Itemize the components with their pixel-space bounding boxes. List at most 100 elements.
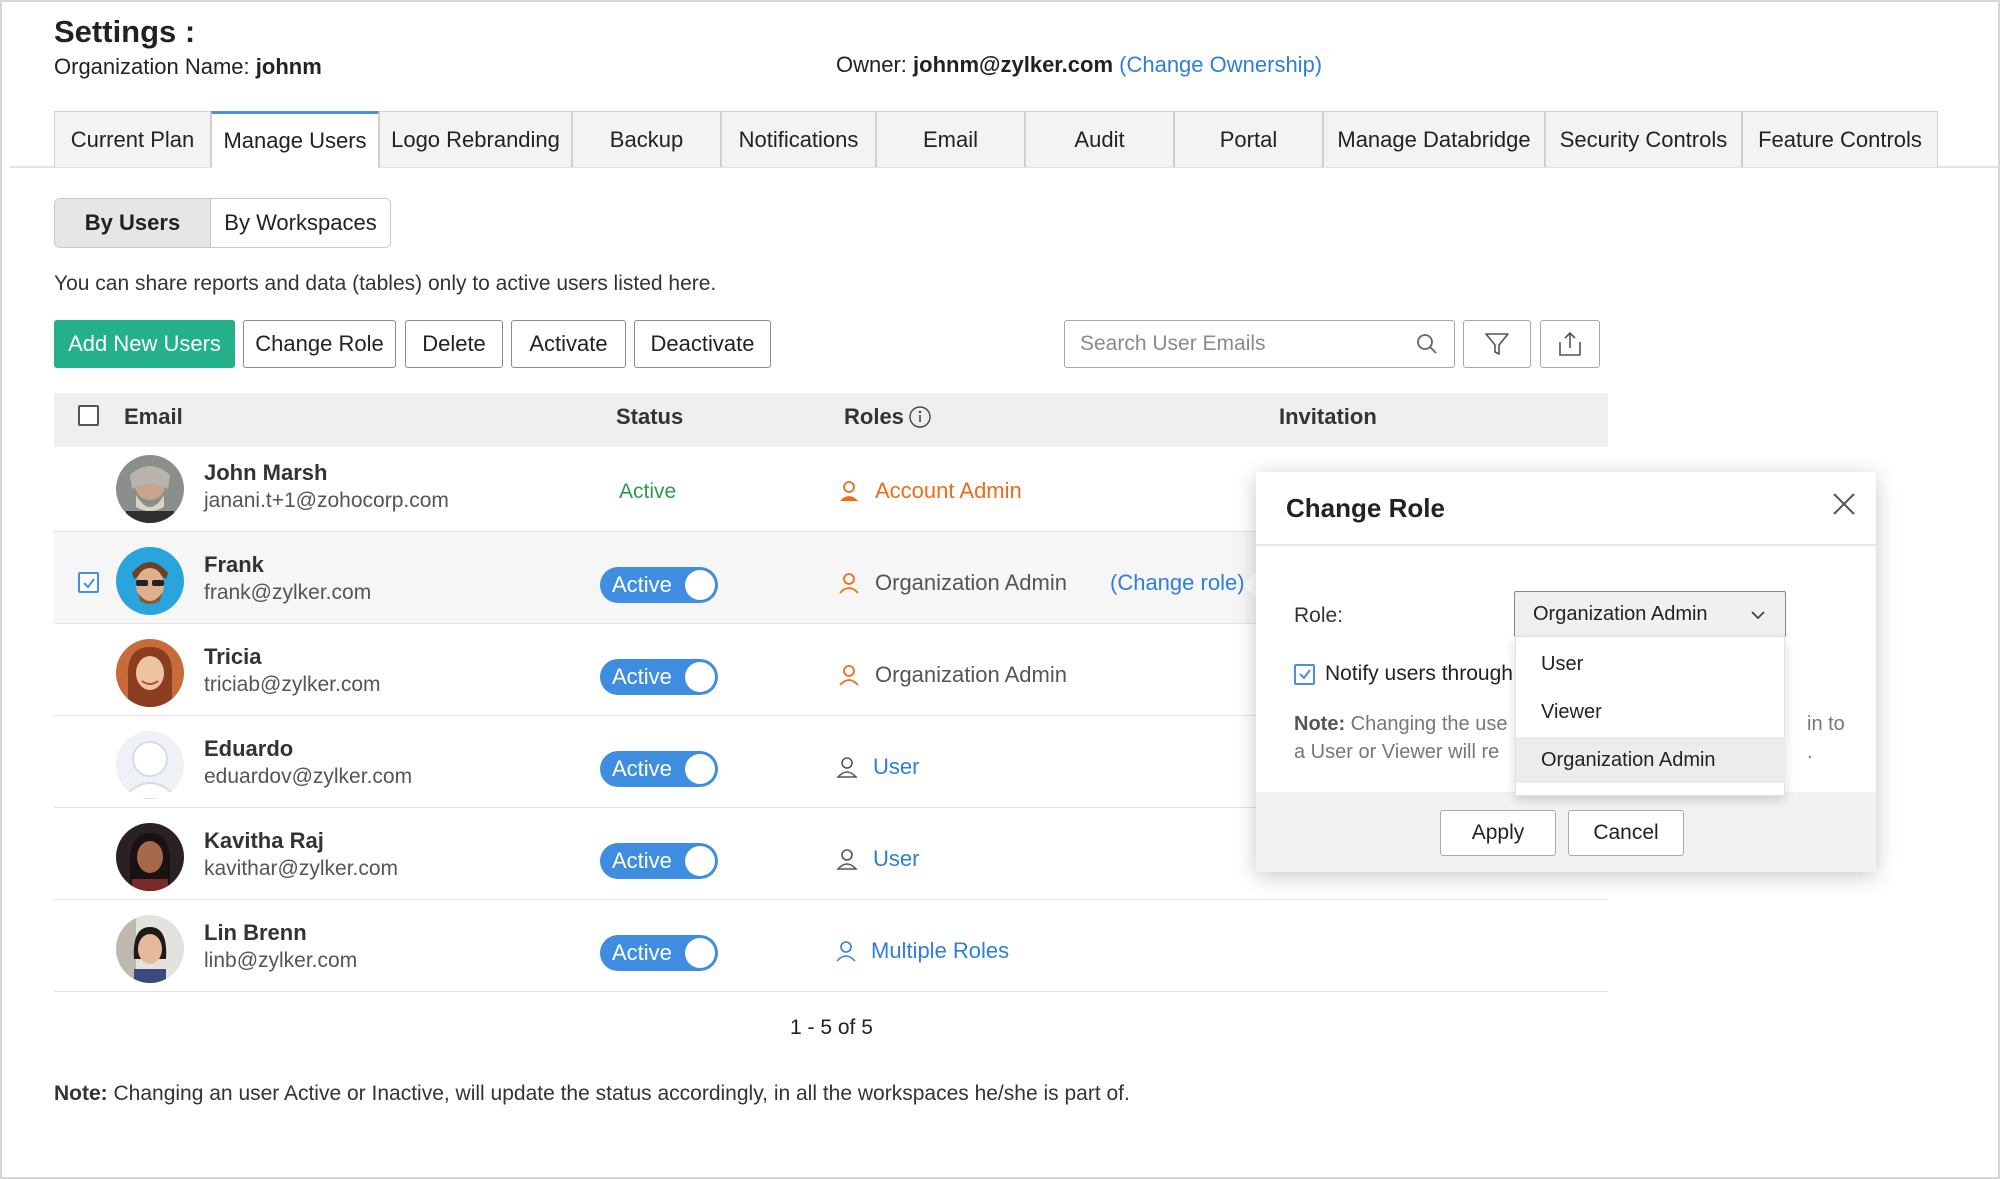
search-icon[interactable] [1416, 333, 1438, 361]
select-all-checkbox[interactable] [78, 405, 99, 426]
org-label: Organization Name: [54, 54, 250, 79]
avatar [116, 455, 184, 523]
change-role-button[interactable]: Change Role [243, 320, 396, 368]
tab-notifications[interactable]: Notifications [721, 111, 876, 167]
user-name: Kavitha Raj [204, 828, 324, 854]
tab-backup[interactable]: Backup [572, 111, 721, 167]
role-select[interactable]: Organization Admin [1514, 591, 1786, 637]
role-option-viewer[interactable]: Viewer [1516, 689, 1786, 735]
note-label: Note: [54, 1082, 108, 1105]
admin-user-icon [837, 479, 861, 503]
tab-feature-controls[interactable]: Feature Controls [1742, 111, 1938, 167]
tab-audit[interactable]: Audit [1025, 111, 1174, 167]
status-toggle[interactable]: Active [600, 659, 718, 695]
tab-email[interactable]: Email [876, 111, 1025, 167]
check-icon [82, 576, 96, 590]
org-name-value: johnm [256, 54, 322, 79]
dialog-note-tail2: . [1807, 741, 1813, 763]
by-users-option[interactable]: By Users [55, 199, 211, 247]
role-options-list: User Viewer Organization Admin [1515, 636, 1785, 796]
user-name: Lin Brenn [204, 920, 307, 946]
row-checkbox[interactable] [78, 572, 99, 593]
toggle-knob [685, 938, 715, 968]
column-status: Status [616, 404, 683, 430]
info-icon[interactable] [908, 405, 932, 429]
status-toggle[interactable]: Active [600, 843, 718, 879]
role-option-organization-admin[interactable]: Organization Admin [1516, 737, 1786, 783]
tab-manage-users[interactable]: Manage Users [211, 111, 379, 168]
avatar [116, 547, 184, 615]
toggle-label: Active [612, 756, 672, 782]
role-field-label: Role: [1294, 604, 1343, 628]
user-email: janani.t+1@zohocorp.com [204, 489, 449, 513]
tab-manage-databridge[interactable]: Manage Databridge [1323, 111, 1545, 167]
role-text: User [873, 754, 919, 780]
dialog-note-label: Note: [1294, 713, 1345, 735]
dialog-note-tail1: in to [1807, 713, 1845, 735]
notify-users-option[interactable]: Notify users through [1294, 662, 1514, 686]
toggle-label: Active [612, 664, 672, 690]
note-text: Changing an user Active or Inactive, wil… [108, 1082, 1130, 1105]
org-admin-icon [837, 663, 861, 687]
toggle-knob [685, 754, 715, 784]
avatar [116, 915, 184, 983]
user-icon [835, 755, 859, 779]
dialog-footer [1256, 792, 1876, 872]
export-button[interactable] [1540, 320, 1600, 368]
toggle-knob [685, 570, 715, 600]
change-role-link[interactable]: (Change role) [1110, 570, 1245, 596]
filter-button[interactable] [1463, 320, 1531, 368]
avatar [116, 731, 184, 799]
owner-label: Owner: [836, 52, 907, 77]
role-label[interactable]: User [835, 754, 919, 780]
status-toggle[interactable]: Active [600, 567, 718, 603]
tab-security-controls[interactable]: Security Controls [1545, 111, 1742, 167]
search-input[interactable] [1080, 332, 1400, 356]
toggle-knob [685, 846, 715, 876]
apply-button[interactable]: Apply [1440, 810, 1556, 856]
dialog-note-line2: a User or Viewer will re [1294, 741, 1499, 763]
deactivate-button[interactable]: Deactivate [634, 320, 771, 368]
dialog-note-tail: in to . [1807, 710, 1867, 766]
table-row[interactable] [54, 900, 1608, 992]
tab-logo-rebranding[interactable]: Logo Rebranding [379, 111, 572, 167]
role-label: Organization Admin [837, 662, 1067, 688]
by-workspaces-option[interactable]: By Workspaces [211, 199, 390, 247]
role-label: Organization Admin [837, 570, 1067, 596]
avatar [116, 639, 184, 707]
role-text: Multiple Roles [871, 938, 1009, 964]
add-new-users-button[interactable]: Add New Users [54, 320, 235, 368]
change-ownership-link[interactable]: (Change Ownership) [1119, 52, 1322, 77]
dialog-note: Note: Changing the use a User or Viewer … [1294, 710, 1519, 770]
status-toggle[interactable]: Active [600, 935, 718, 971]
filter-icon [1484, 331, 1510, 357]
notify-checkbox[interactable] [1294, 664, 1315, 685]
org-admin-icon [837, 571, 861, 595]
toggle-label: Active [612, 572, 672, 598]
owner-info: Owner: johnm@zylker.com (Change Ownershi… [836, 52, 1322, 78]
role-text: Organization Admin [875, 570, 1067, 596]
delete-button[interactable]: Delete [405, 320, 503, 368]
chevron-down-icon [1749, 606, 1767, 624]
tab-portal[interactable]: Portal [1174, 111, 1323, 167]
user-name: John Marsh [204, 460, 327, 486]
owner-email: johnm@zylker.com [913, 52, 1113, 77]
status-badge: Active [619, 480, 676, 504]
activate-button[interactable]: Activate [511, 320, 626, 368]
tab-current-plan[interactable]: Current Plan [54, 111, 211, 167]
status-toggle[interactable]: Active [600, 751, 718, 787]
toggle-label: Active [612, 848, 672, 874]
view-toggle: By Users By Workspaces [54, 198, 391, 248]
popover-pointer [1243, 572, 1256, 598]
close-icon[interactable] [1830, 490, 1858, 523]
role-option-user[interactable]: User [1516, 641, 1786, 687]
user-email: linb@zylker.com [204, 949, 357, 973]
user-email: eduardov@zylker.com [204, 765, 412, 789]
cancel-button[interactable]: Cancel [1568, 810, 1684, 856]
role-label[interactable]: User [835, 846, 919, 872]
role-text: Organization Admin [875, 662, 1067, 688]
user-email: frank@zylker.com [204, 581, 371, 605]
role-label[interactable]: Multiple Roles [835, 938, 1009, 964]
dialog-title: Change Role [1286, 493, 1445, 524]
dialog-note-line1: Changing the use [1345, 713, 1507, 735]
